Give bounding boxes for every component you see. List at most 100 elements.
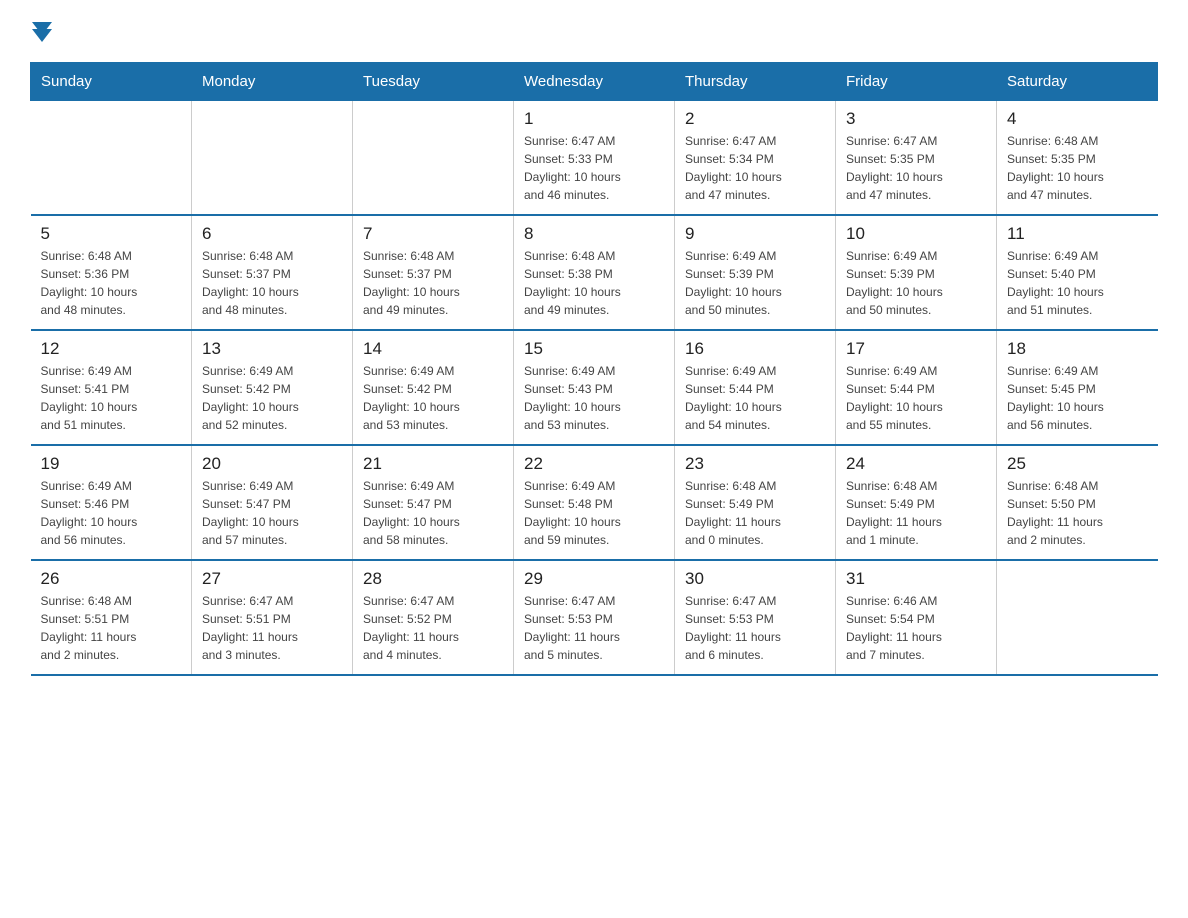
weekday-header-thursday: Thursday [675, 63, 836, 101]
day-number: 10 [846, 224, 986, 244]
day-info: Sunrise: 6:49 AM Sunset: 5:45 PM Dayligh… [1007, 362, 1148, 434]
day-number: 18 [1007, 339, 1148, 359]
day-info: Sunrise: 6:49 AM Sunset: 5:46 PM Dayligh… [41, 477, 182, 549]
calendar-cell: 9Sunrise: 6:49 AM Sunset: 5:39 PM Daylig… [675, 215, 836, 330]
day-number: 1 [524, 109, 664, 129]
day-number: 16 [685, 339, 825, 359]
day-number: 14 [363, 339, 503, 359]
day-number: 25 [1007, 454, 1148, 474]
day-info: Sunrise: 6:47 AM Sunset: 5:53 PM Dayligh… [524, 592, 664, 664]
day-number: 24 [846, 454, 986, 474]
day-info: Sunrise: 6:49 AM Sunset: 5:47 PM Dayligh… [202, 477, 342, 549]
day-info: Sunrise: 6:47 AM Sunset: 5:34 PM Dayligh… [685, 132, 825, 204]
day-info: Sunrise: 6:47 AM Sunset: 5:35 PM Dayligh… [846, 132, 986, 204]
day-number: 27 [202, 569, 342, 589]
calendar-cell: 31 Sunrise: 6:46 AM Sunset: 5:54 PM Dayli… [836, 560, 997, 675]
weekday-header-sunday: Sunday [31, 63, 192, 101]
calendar-cell: 27 Sunrise: 6:47 AM Sunset: 5:51 PM Dayli… [192, 560, 353, 675]
weekday-header-wednesday: Wednesday [514, 63, 675, 101]
day-number: 7 [363, 224, 503, 244]
calendar-cell: 1 Sunrise: 6:47 AM Sunset: 5:33 PM Daylig… [514, 101, 675, 216]
calendar-week-5: 26Sunrise: 6:48 AM Sunset: 5:51 PM Dayli… [31, 560, 1158, 675]
calendar-cell: 2 Sunrise: 6:47 AM Sunset: 5:34 PM Daylig… [675, 101, 836, 216]
day-info: Sunrise: 6:49 AM Sunset: 5:39 PM Dayligh… [846, 247, 986, 319]
day-info: Sunrise: 6:49 AM Sunset: 5:43 PM Dayligh… [524, 362, 664, 434]
day-info: Sunrise: 6:48 AM Sunset: 5:49 PM Dayligh… [685, 477, 825, 549]
calendar-cell: 12 Sunrise: 6:49 AM Sunset: 5:41 PM Dayli… [31, 330, 192, 445]
calendar-cell: 29 Sunrise: 6:47 AM Sunset: 5:53 PM Dayli… [514, 560, 675, 675]
calendar-cell: 3 Sunrise: 6:47 AM Sunset: 5:35 PM Daylig… [836, 101, 997, 216]
day-info: Sunrise: 6:49 AM Sunset: 5:42 PM Dayligh… [363, 362, 503, 434]
day-number: 28 [363, 569, 503, 589]
day-info: Sunrise: 6:47 AM Sunset: 5:52 PM Dayligh… [363, 592, 503, 664]
day-number: 6 [202, 224, 342, 244]
day-info: Sunrise: 6:49 AM Sunset: 5:44 PM Dayligh… [685, 362, 825, 434]
calendar-cell: 15 Sunrise: 6:49 AM Sunset: 5:43 PM Dayli… [514, 330, 675, 445]
day-info: Sunrise: 6:49 AM Sunset: 5:41 PM Dayligh… [41, 362, 182, 434]
day-info: Sunrise: 6:48 AM Sunset: 5:37 PM Dayligh… [363, 247, 503, 319]
day-info: Sunrise: 6:47 AM Sunset: 5:53 PM Dayligh… [685, 592, 825, 664]
day-number: 23 [685, 454, 825, 474]
weekday-header-friday: Friday [836, 63, 997, 101]
calendar-cell: 19 Sunrise: 6:49 AM Sunset: 5:46 PM Dayli… [31, 445, 192, 560]
day-number: 13 [202, 339, 342, 359]
calendar-cell [997, 560, 1158, 675]
calendar-cell [353, 101, 514, 216]
day-number: 5 [41, 224, 182, 244]
day-info: Sunrise: 6:47 AM Sunset: 5:33 PM Dayligh… [524, 132, 664, 204]
calendar-cell: 21 Sunrise: 6:49 AM Sunset: 5:47 PM Dayli… [353, 445, 514, 560]
day-number: 2 [685, 109, 825, 129]
calendar-cell: 20 Sunrise: 6:49 AM Sunset: 5:47 PM Dayli… [192, 445, 353, 560]
day-number: 3 [846, 109, 986, 129]
calendar-week-1: 1 Sunrise: 6:47 AM Sunset: 5:33 PM Daylig… [31, 101, 1158, 216]
day-info: Sunrise: 6:48 AM Sunset: 5:35 PM Dayligh… [1007, 132, 1148, 204]
day-number: 31 [846, 569, 986, 589]
day-number: 20 [202, 454, 342, 474]
day-number: 29 [524, 569, 664, 589]
calendar-cell: 13 Sunrise: 6:49 AM Sunset: 5:42 PM Dayli… [192, 330, 353, 445]
day-info: Sunrise: 6:47 AM Sunset: 5:51 PM Dayligh… [202, 592, 342, 664]
weekday-header-tuesday: Tuesday [353, 63, 514, 101]
day-info: Sunrise: 6:49 AM Sunset: 5:39 PM Dayligh… [685, 247, 825, 319]
day-number: 17 [846, 339, 986, 359]
day-info: Sunrise: 6:49 AM Sunset: 5:40 PM Dayligh… [1007, 247, 1148, 319]
day-number: 26 [41, 569, 182, 589]
calendar-cell: 17 Sunrise: 6:49 AM Sunset: 5:44 PM Dayli… [836, 330, 997, 445]
day-info: Sunrise: 6:49 AM Sunset: 5:42 PM Dayligh… [202, 362, 342, 434]
calendar-cell: 7 Sunrise: 6:48 AM Sunset: 5:37 PM Daylig… [353, 215, 514, 330]
day-info: Sunrise: 6:49 AM Sunset: 5:44 PM Dayligh… [846, 362, 986, 434]
calendar-cell: 8 Sunrise: 6:48 AM Sunset: 5:38 PM Daylig… [514, 215, 675, 330]
day-number: 30 [685, 569, 825, 589]
day-number: 15 [524, 339, 664, 359]
calendar-cell: 26Sunrise: 6:48 AM Sunset: 5:51 PM Dayli… [31, 560, 192, 675]
calendar-cell: 18 Sunrise: 6:49 AM Sunset: 5:45 PM Dayli… [997, 330, 1158, 445]
calendar-cell: 4 Sunrise: 6:48 AM Sunset: 5:35 PM Daylig… [997, 101, 1158, 216]
calendar-week-2: 5 Sunrise: 6:48 AM Sunset: 5:36 PM Daylig… [31, 215, 1158, 330]
weekday-header-saturday: Saturday [997, 63, 1158, 101]
calendar-cell: 11Sunrise: 6:49 AM Sunset: 5:40 PM Dayli… [997, 215, 1158, 330]
weekday-header-row: SundayMondayTuesdayWednesdayThursdayFrid… [31, 63, 1158, 101]
day-number: 4 [1007, 109, 1148, 129]
calendar-week-3: 12 Sunrise: 6:49 AM Sunset: 5:41 PM Dayli… [31, 330, 1158, 445]
day-info: Sunrise: 6:49 AM Sunset: 5:47 PM Dayligh… [363, 477, 503, 549]
day-number: 21 [363, 454, 503, 474]
day-info: Sunrise: 6:48 AM Sunset: 5:38 PM Dayligh… [524, 247, 664, 319]
day-info: Sunrise: 6:48 AM Sunset: 5:36 PM Dayligh… [41, 247, 182, 319]
calendar-cell: 22 Sunrise: 6:49 AM Sunset: 5:48 PM Dayli… [514, 445, 675, 560]
calendar-cell: 28 Sunrise: 6:47 AM Sunset: 5:52 PM Dayli… [353, 560, 514, 675]
day-number: 22 [524, 454, 664, 474]
calendar-cell: 10 Sunrise: 6:49 AM Sunset: 5:39 PM Dayli… [836, 215, 997, 330]
calendar-cell: 23 Sunrise: 6:48 AM Sunset: 5:49 PM Dayli… [675, 445, 836, 560]
calendar-cell: 24Sunrise: 6:48 AM Sunset: 5:49 PM Dayli… [836, 445, 997, 560]
logo [30, 20, 52, 42]
day-number: 12 [41, 339, 182, 359]
day-info: Sunrise: 6:46 AM Sunset: 5:54 PM Dayligh… [846, 592, 986, 664]
day-info: Sunrise: 6:48 AM Sunset: 5:50 PM Dayligh… [1007, 477, 1148, 549]
calendar-cell [192, 101, 353, 216]
calendar-cell: 30 Sunrise: 6:47 AM Sunset: 5:53 PM Dayli… [675, 560, 836, 675]
calendar-cell [31, 101, 192, 216]
day-number: 19 [41, 454, 182, 474]
day-number: 8 [524, 224, 664, 244]
calendar-cell: 14 Sunrise: 6:49 AM Sunset: 5:42 PM Dayli… [353, 330, 514, 445]
day-info: Sunrise: 6:49 AM Sunset: 5:48 PM Dayligh… [524, 477, 664, 549]
